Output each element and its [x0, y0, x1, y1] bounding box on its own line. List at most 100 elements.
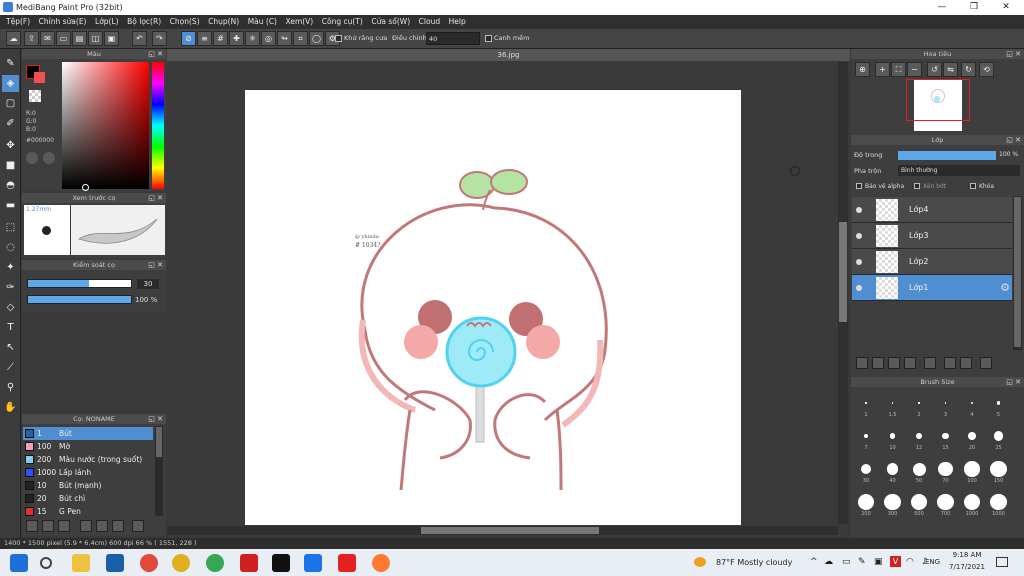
vertical-scrollbar[interactable] [838, 62, 848, 524]
visibility-icon[interactable] [856, 233, 862, 239]
transparent-swatch[interactable] [29, 90, 41, 102]
export-icon[interactable]: ▣ [104, 31, 119, 46]
youtube-icon[interactable] [338, 554, 356, 572]
delete-layer-icon[interactable] [980, 357, 992, 369]
layer-opacity-slider[interactable] [898, 151, 996, 160]
protect-alpha-checkbox[interactable] [856, 183, 862, 189]
search-icon[interactable] [40, 557, 52, 569]
close-button[interactable]: ✕ [990, 0, 1022, 15]
magic-wand-icon[interactable]: ✦ [2, 259, 19, 276]
brush-size-option[interactable]: 30 [853, 460, 879, 490]
reset-view-icon[interactable]: ⟲ [979, 62, 994, 77]
layer-row[interactable]: Lớp3 [852, 223, 1012, 249]
zoom-out-icon[interactable]: − [907, 62, 922, 77]
brush-size-value[interactable]: 30 [137, 279, 159, 289]
undo-icon[interactable]: ↶ [132, 31, 147, 46]
edit-icon[interactable]: ✎ [858, 557, 866, 567]
navigator-viewport[interactable] [906, 79, 970, 121]
menu-file[interactable]: Tệp(F) [6, 15, 30, 29]
brush-folder-icon[interactable] [96, 520, 108, 532]
blend-mode-select[interactable]: Bình thường [898, 165, 1020, 176]
page-icon[interactable]: ▤ [72, 31, 87, 46]
rotate-right-icon[interactable]: ↻ [961, 62, 976, 77]
menu-edit[interactable]: Chỉnh sửa(E) [39, 15, 87, 29]
brush-size-option[interactable]: 300 [880, 493, 906, 523]
visibility-icon[interactable] [856, 259, 862, 265]
gradient-tool-icon[interactable]: ▬ [2, 197, 19, 214]
brush-list-item[interactable]: 100 Mờ [23, 440, 153, 453]
new-layer-icon[interactable] [856, 357, 868, 369]
brush-size-option[interactable]: 10 [880, 427, 906, 457]
layer-row[interactable]: Lớp4 [852, 197, 1012, 223]
divide-tool-icon[interactable]: ⟋ [2, 359, 19, 376]
clock-time[interactable]: 9:18 AM [950, 551, 984, 559]
dot-tool-icon[interactable]: ▢ [2, 95, 19, 112]
palette-add-icon[interactable] [43, 152, 55, 164]
brush-size-option[interactable]: 20 [959, 427, 985, 457]
select-pen-icon[interactable]: ✑ [2, 279, 19, 296]
brush-delete-icon[interactable] [132, 520, 144, 532]
new-halftone-layer-icon[interactable] [872, 357, 884, 369]
visibility-icon[interactable] [856, 207, 862, 213]
duplicate-layer-icon[interactable] [944, 357, 956, 369]
layers-icon[interactable]: ◫ [88, 31, 103, 46]
circle-snap-icon[interactable]: ◎ [261, 31, 276, 46]
layer-folder-icon[interactable] [924, 357, 936, 369]
chrome-icon[interactable] [140, 554, 158, 572]
box-icon[interactable]: ▣ [874, 557, 883, 567]
brush-list-item[interactable]: 15 G Pen [23, 505, 153, 518]
new-8bit-layer-icon[interactable] [888, 357, 900, 369]
explorer-icon[interactable] [72, 554, 90, 572]
redo-icon[interactable]: ↷ [152, 31, 167, 46]
brush-size-option[interactable]: 4 [959, 394, 985, 424]
cloud-icon[interactable]: ☁ [6, 31, 21, 46]
move-tool-icon[interactable]: ✥ [2, 137, 19, 154]
brush-tool-icon[interactable]: ✎ [2, 55, 19, 72]
firefox-icon[interactable] [372, 554, 390, 572]
fit-icon[interactable]: ⛶ [891, 62, 906, 77]
brush-size-slider[interactable] [27, 279, 132, 288]
saturation-value-picker[interactable] [62, 62, 149, 189]
brush-settings-icon[interactable] [26, 520, 38, 532]
unikey-icon[interactable]: V [890, 556, 901, 567]
select-tool-icon[interactable]: ⬚ [2, 219, 19, 236]
layer-row[interactable]: Lớp1 ⚙ [852, 275, 1012, 301]
ellipse-snap-icon[interactable]: ◯ [309, 31, 324, 46]
lasso-tool-icon[interactable]: ◌ [2, 239, 19, 256]
tiktok-icon[interactable] [272, 554, 290, 572]
menu-color[interactable]: Màu (C) [248, 15, 277, 29]
shopee-icon[interactable] [240, 554, 258, 572]
brush-size-option[interactable]: 200 [853, 493, 879, 523]
grid-snap-icon[interactable]: # [213, 31, 228, 46]
brush-size-option[interactable]: 12 [906, 427, 932, 457]
brush-list-scrollbar[interactable] [155, 426, 163, 516]
brush-size-option[interactable]: 150 [986, 460, 1012, 490]
snap-off-icon[interactable]: ⊘ [181, 31, 196, 46]
adjust-input[interactable]: 40 [426, 32, 480, 45]
dell-icon[interactable] [106, 554, 124, 572]
menu-snap[interactable]: Chụp(N) [208, 15, 239, 29]
brush-copy-icon[interactable] [80, 520, 92, 532]
rotate-left-icon[interactable]: ↺ [927, 62, 942, 77]
shape-tool-icon[interactable]: ✐ [2, 115, 19, 132]
bucket-tool-icon[interactable]: ◓ [2, 177, 19, 194]
menu-filter[interactable]: Bộ lọc(R) [127, 15, 161, 29]
flip-icon[interactable]: ⇋ [943, 62, 958, 77]
merge-layer-icon[interactable] [960, 357, 972, 369]
text-tool-icon[interactable]: T [2, 319, 19, 336]
eyedropper-tool-icon[interactable]: ⚲ [2, 379, 19, 396]
hue-slider[interactable] [152, 62, 164, 189]
menu-cloud[interactable]: Cloud [419, 15, 440, 29]
brush-list-item[interactable]: 1 Bút [23, 427, 153, 440]
brush-size-option[interactable]: 5 [986, 394, 1012, 424]
menu-select[interactable]: Chọn(S) [170, 15, 200, 29]
upload-icon[interactable]: ⇪ [24, 31, 39, 46]
chrome-alt-icon[interactable] [172, 554, 190, 572]
lock-checkbox[interactable] [970, 183, 976, 189]
curve-snap-icon[interactable]: ↬ [277, 31, 292, 46]
brush-size-option[interactable]: 2 [906, 394, 932, 424]
new-1bit-layer-icon[interactable] [904, 357, 916, 369]
brush-size-option[interactable]: 500 [906, 493, 932, 523]
zoom-icon[interactable]: ⊕ [855, 62, 870, 77]
radial-snap-icon[interactable]: ✳ [245, 31, 260, 46]
